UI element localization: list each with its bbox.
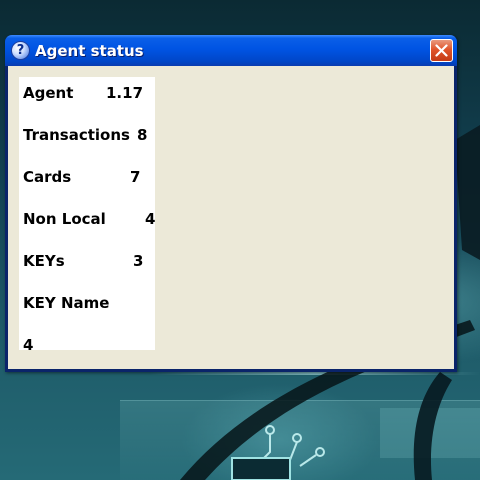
status-label: KEYs bbox=[23, 252, 65, 270]
close-icon bbox=[435, 44, 448, 57]
window-client-area: Agent 1.17 Transactions 8 Cards 7 Non Lo… bbox=[8, 66, 454, 369]
window-title: Agent status bbox=[35, 42, 144, 60]
status-row-cards: Cards 7 bbox=[23, 167, 140, 187]
help-question-icon: ? bbox=[11, 41, 30, 60]
close-button[interactable] bbox=[430, 39, 453, 62]
status-row-transactions: Transactions 8 bbox=[23, 125, 147, 145]
agent-status-window: ? Agent status Agent 1.17 Transactions 8… bbox=[5, 35, 457, 372]
status-label: Non Local bbox=[23, 210, 106, 228]
status-row-key-count: 4 bbox=[23, 335, 33, 355]
status-label: Cards bbox=[23, 168, 72, 186]
status-label: Agent bbox=[23, 84, 74, 102]
title-bar[interactable]: ? Agent status bbox=[5, 35, 457, 66]
status-value: 3 bbox=[133, 252, 144, 270]
status-row-key-name: KEY Name bbox=[23, 293, 109, 313]
status-row-non-local: Non Local 4 bbox=[23, 209, 155, 229]
status-value: 1.17 bbox=[106, 84, 144, 102]
status-row-keys: KEYs 3 bbox=[23, 251, 143, 271]
status-value: 4 bbox=[145, 210, 156, 228]
status-panel: Agent 1.17 Transactions 8 Cards 7 Non Lo… bbox=[19, 77, 155, 354]
status-label: KEY Name bbox=[23, 294, 110, 312]
status-value: 8 bbox=[137, 126, 148, 144]
status-label: Transactions bbox=[23, 126, 130, 144]
status-value: 7 bbox=[130, 168, 141, 186]
status-row-agent: Agent 1.17 bbox=[23, 83, 143, 103]
status-label: 4 bbox=[23, 336, 34, 354]
